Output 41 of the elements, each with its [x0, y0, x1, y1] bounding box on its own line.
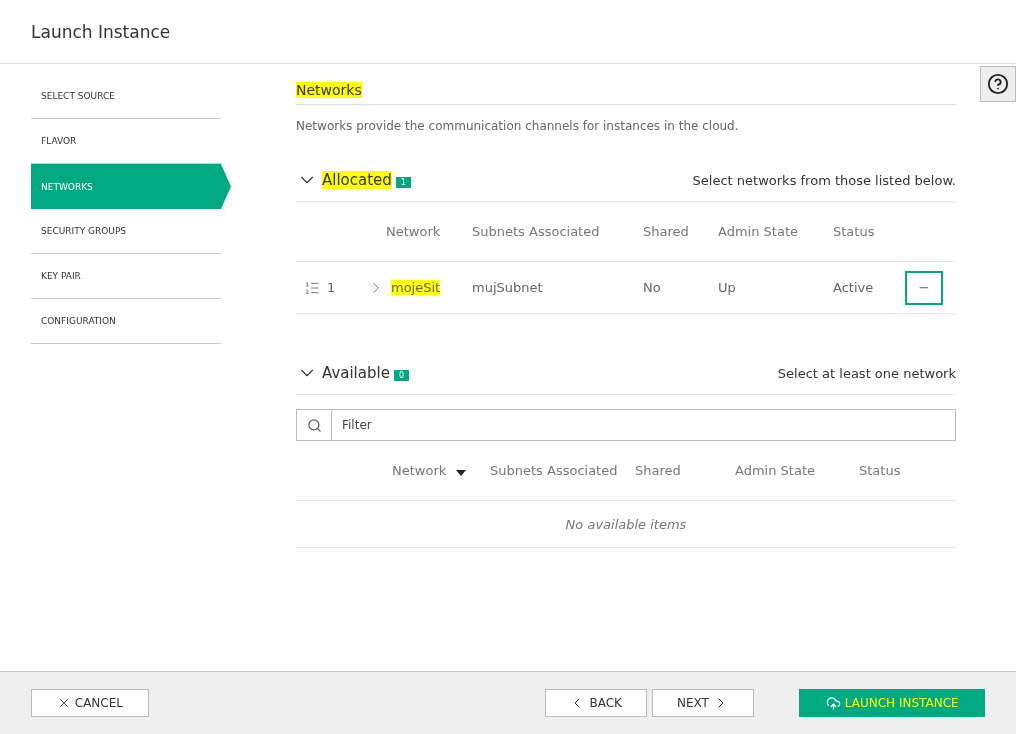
- column-header[interactable]: Network: [392, 463, 447, 478]
- sidebar-item[interactable]: SELECT SOURCE: [31, 74, 221, 119]
- column-header: Status: [833, 224, 876, 239]
- group-hint: Select at least one network: [777, 365, 956, 381]
- sidebar-item[interactable]: CONFIGURATION: [31, 299, 221, 344]
- column-header[interactable]: Subnets Associated: [490, 463, 618, 478]
- next-button[interactable]: NEXT: [651, 689, 755, 717]
- count-badge: 0: [393, 369, 409, 381]
- column-header[interactable]: Admin State: [735, 463, 815, 478]
- group-title: Available: [322, 364, 390, 382]
- remove-button[interactable]: −: [905, 270, 943, 305]
- row-index: 1: [327, 280, 337, 295]
- help-button[interactable]: [980, 66, 1016, 102]
- table-cell-text: No: [643, 280, 662, 295]
- column-header: Subnets Associated: [472, 224, 601, 239]
- column-header: Admin State: [718, 224, 799, 239]
- drag-handle-icon[interactable]: [304, 279, 320, 296]
- table-cell-text: Active: [833, 280, 875, 295]
- column-header[interactable]: Shared: [635, 463, 681, 478]
- column-header: Network: [386, 224, 442, 239]
- sidebar-item[interactable]: SECURITY GROUPS: [31, 209, 221, 254]
- table-cell: mojeSit: [391, 280, 441, 295]
- sort-caret-icon: [456, 469, 467, 476]
- group-hint: Select networks from those listed below.: [692, 172, 956, 188]
- search-icon: [306, 417, 322, 433]
- section-description: Networks provide the communication channels for instances in the cloud.: [296, 119, 740, 133]
- group-title: Allocated: [322, 171, 392, 189]
- cloud-upload-icon: [825, 695, 841, 711]
- empty-message: No available items: [296, 501, 956, 548]
- count-badge: 1: [395, 176, 411, 188]
- window-title: Launch Instance: [31, 21, 171, 42]
- sidebar-item[interactable]: KEY PAIR: [31, 254, 221, 299]
- section-title: Networks: [296, 82, 362, 98]
- table-cell-text: Up: [718, 280, 737, 295]
- cancel-button[interactable]: CANCEL: [31, 689, 149, 717]
- column-header: Shared: [643, 224, 690, 239]
- back-button[interactable]: BACK: [544, 689, 647, 717]
- filter-field[interactable]: Filter: [332, 409, 956, 441]
- help-icon: [987, 73, 1009, 95]
- column-header[interactable]: Status: [859, 463, 901, 478]
- table-cell-text: mujSubnet: [472, 280, 544, 295]
